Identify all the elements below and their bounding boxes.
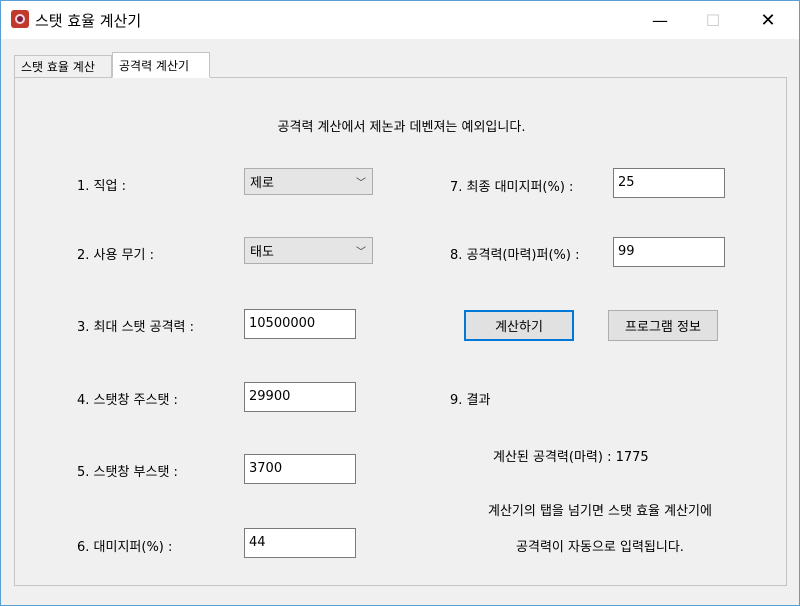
close-button[interactable]: ✕ bbox=[745, 1, 791, 39]
damage-percent-input[interactable]: 44 bbox=[244, 528, 356, 558]
attack-percent-input[interactable]: 99 bbox=[613, 237, 725, 267]
info-line-1: 계산기의 탭을 넘기면 스탯 효율 계산기에 bbox=[488, 504, 712, 519]
app-window: 스탯 효율 계산기 — ☐ ✕ 스탯 효율 계산 공격력 계산기 공격력 계산에… bbox=[0, 0, 800, 606]
maximize-button[interactable]: ☐ bbox=[690, 1, 736, 39]
chevron-down-icon: ﹀ bbox=[356, 178, 366, 189]
result-value-text: 계산된 공격력(마력) : 1775 bbox=[493, 450, 649, 465]
weapon-select-value: 태도 bbox=[250, 245, 274, 260]
app-icon bbox=[11, 10, 29, 28]
tab-stat-efficiency[interactable]: 스탯 효율 계산 bbox=[14, 55, 112, 77]
attack-calculator-panel: 공격력 계산에서 제논과 데벤져는 예외입니다. 1. 직업 : 제로 ﹀ 2.… bbox=[14, 77, 787, 586]
result-label: 9. 결과 bbox=[450, 393, 491, 408]
program-info-button[interactable]: 프로그램 정보 bbox=[608, 310, 718, 341]
max-attack-input[interactable]: 10500000 bbox=[244, 309, 356, 339]
final-damage-label: 7. 최종 대미지퍼(%) : bbox=[450, 180, 574, 195]
max-attack-label: 3. 최대 스탯 공격력 : bbox=[77, 320, 195, 335]
calculate-button[interactable]: 계산하기 bbox=[464, 310, 574, 341]
final-damage-input[interactable]: 25 bbox=[613, 168, 725, 198]
minimize-button[interactable]: — bbox=[637, 1, 683, 39]
weapon-select[interactable]: 태도 ﹀ bbox=[244, 237, 373, 264]
title-bar: 스탯 효율 계산기 — ☐ ✕ bbox=[1, 1, 799, 39]
sub-stat-input[interactable]: 3700 bbox=[244, 454, 356, 484]
attack-percent-label: 8. 공격력(마력)퍼(%) : bbox=[450, 248, 580, 263]
tab-attack-calculator[interactable]: 공격력 계산기 bbox=[112, 52, 210, 78]
weapon-label: 2. 사용 무기 : bbox=[77, 248, 155, 263]
job-select[interactable]: 제로 ﹀ bbox=[244, 168, 373, 195]
damage-percent-label: 6. 대미지퍼(%) : bbox=[77, 540, 173, 555]
sub-stat-label: 5. 스탯창 부스탯 : bbox=[77, 465, 178, 480]
job-select-value: 제로 bbox=[250, 176, 274, 191]
chevron-down-icon: ﹀ bbox=[356, 247, 366, 258]
window-title: 스탯 효율 계산기 bbox=[35, 12, 142, 30]
job-label: 1. 직업 : bbox=[77, 179, 126, 194]
notice-text: 공격력 계산에서 제논과 데벤져는 예외입니다. bbox=[277, 120, 526, 135]
main-stat-label: 4. 스탯창 주스탯 : bbox=[77, 393, 178, 408]
main-stat-input[interactable]: 29900 bbox=[244, 382, 356, 412]
info-line-2: 공격력이 자동으로 입력됩니다. bbox=[516, 540, 684, 555]
